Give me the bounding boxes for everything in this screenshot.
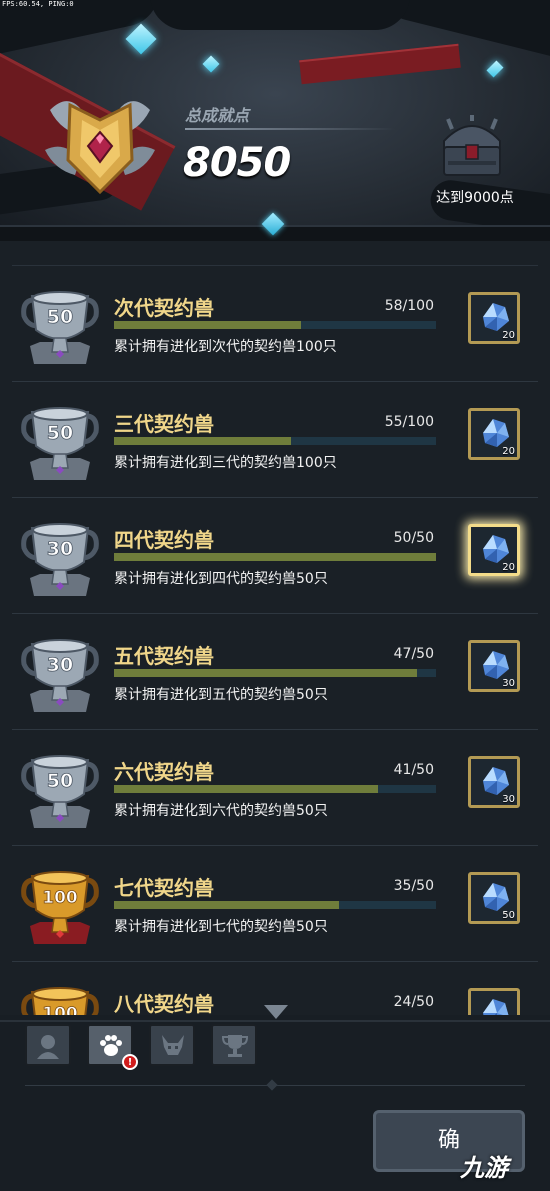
reward-crystal-button[interactable] [468,988,520,1015]
trophy-cup-icon: 50 [21,407,99,480]
achievement-progress-bar [114,785,436,793]
cup-value: 50 [47,422,73,444]
achievement-title: 七代契约兽 [114,876,214,900]
trophy-cup-icon: 50 [21,291,99,364]
achievement-progress-bar [114,901,436,909]
achievement-progress-text: 58/100 [384,298,434,314]
achievement-row: 50 次代契约兽 58/100 累计拥有进化到次代的契约兽100只 20 [12,265,538,381]
achievement-progress-text: 55/100 [384,414,434,430]
achievement-progress-text: 24/50 [393,994,434,1010]
achievement-description: 累计拥有进化到六代的契约兽50只 [114,803,328,819]
reward-count: 20 [502,446,515,457]
achievement-title: 八代契约兽 [114,992,214,1015]
bottom-panel-edge [0,1020,550,1022]
progress-bar-fill [114,437,292,445]
trophy-cup-icon: 100 [21,987,99,1015]
cup-value: 50 [47,306,73,328]
tab-hero[interactable] [25,1024,71,1066]
achievement-title: 三代契约兽 [114,412,214,436]
trophy-cup-icon: 30 [21,639,99,712]
achievement-progress-bar [114,437,436,445]
achievement-progress-bar [114,669,436,677]
watermark-logo: 九游 [460,1154,508,1182]
total-points-label: 总成就点 [185,106,250,125]
paw-icon [100,1035,122,1056]
cup-value: 30 [47,538,73,560]
red-banner-right [299,43,461,85]
crystal-top-icon [125,23,157,55]
achievement-description: 累计拥有进化到三代的契约兽100只 [114,455,337,471]
total-points-value: 8050 [183,140,291,186]
cup-value: 30 [47,654,73,676]
achievement-description: 累计拥有进化到七代的契约兽50只 [114,919,328,935]
reward-count: 30 [502,678,515,689]
crystal-right-icon [486,60,504,78]
trophy-icon [222,1035,248,1057]
achievement-title: 五代契约兽 [114,644,214,668]
achievement-row: 100 七代契约兽 35/50 累计拥有进化到七代的契约兽50只 50 [12,845,538,961]
achievement-progress-bar [114,321,436,329]
reward-count: 50 [502,910,515,921]
progress-bar-fill [114,901,340,909]
cup-value: 100 [42,888,78,908]
reward-crystal-button[interactable]: 50 [468,872,520,924]
claim-reward-button[interactable]: 20 [468,524,520,576]
progress-bar-fill [114,553,436,561]
reward-crystal-button[interactable]: 20 [468,408,520,460]
trophy-cup-icon: 30 [21,523,99,596]
cup-value: 50 [47,770,73,792]
achievement-progress-text: 47/50 [393,646,434,662]
progress-bar-fill [114,785,379,793]
blue-crystal-icon [483,999,509,1015]
achievement-progress-text: 50/50 [393,530,434,546]
tab-alert-badge: ! [122,1054,138,1070]
fps-readout: FPS:60.54, PING:0 [2,0,74,8]
trophy-cup-icon: 50 [21,755,99,828]
reward-crystal-button[interactable]: 30 [468,756,520,808]
milestone-goal-text: 达到9000点 [436,190,514,206]
achievement-title: 四代契约兽 [114,528,214,552]
crystal-small-icon [202,55,220,73]
total-label-underline [185,128,395,130]
demon-mask-icon [162,1035,184,1055]
reward-crystal-button[interactable]: 20 [468,292,520,344]
cup-value: 100 [42,1004,78,1015]
achievement-header: 总成就点 8050 达到9000点 [0,0,550,235]
tab-trophy[interactable] [211,1024,257,1066]
scroll-down-arrow-icon[interactable] [264,1005,288,1019]
hero-bust-icon [37,1035,59,1059]
achievement-title: 次代契约兽 [114,296,214,320]
reward-count: 20 [502,330,515,341]
achievement-description: 累计拥有进化到次代的契约兽100只 [114,339,337,355]
achievement-row: 50 六代契约兽 41/50 累计拥有进化到六代的契约兽50只 30 [12,729,538,845]
progress-bar-fill [114,669,417,677]
achievement-row: 30 五代契约兽 47/50 累计拥有进化到五代的契约兽50只 30 [12,613,538,729]
trophy-cup-icon: 100 [21,871,99,944]
milestone-chest-icon[interactable] [438,115,506,179]
achievement-list[interactable]: 50 次代契约兽 58/100 累计拥有进化到次代的契约兽100只 20 50 … [12,265,538,1015]
achievement-description: 累计拥有进化到四代的契约兽50只 [114,571,328,587]
progress-bar-fill [114,321,301,329]
reward-count: 20 [502,562,515,573]
achievement-crest-icon [45,101,155,195]
achievement-description: 累计拥有进化到五代的契约兽50只 [114,687,328,703]
reward-crystal-button[interactable]: 30 [468,640,520,692]
achievement-progress-bar [114,553,436,561]
achievement-progress-text: 35/50 [393,878,434,894]
reward-count: 30 [502,794,515,805]
tab-demon[interactable] [149,1024,195,1066]
achievement-row: 50 三代契约兽 55/100 累计拥有进化到三代的契约兽100只 20 [12,381,538,497]
achievement-row: 30 四代契约兽 50/50 累计拥有进化到四代的契约兽50只 20 [12,497,538,613]
achievement-title: 六代契约兽 [114,760,214,784]
achievement-progress-text: 41/50 [393,762,434,778]
